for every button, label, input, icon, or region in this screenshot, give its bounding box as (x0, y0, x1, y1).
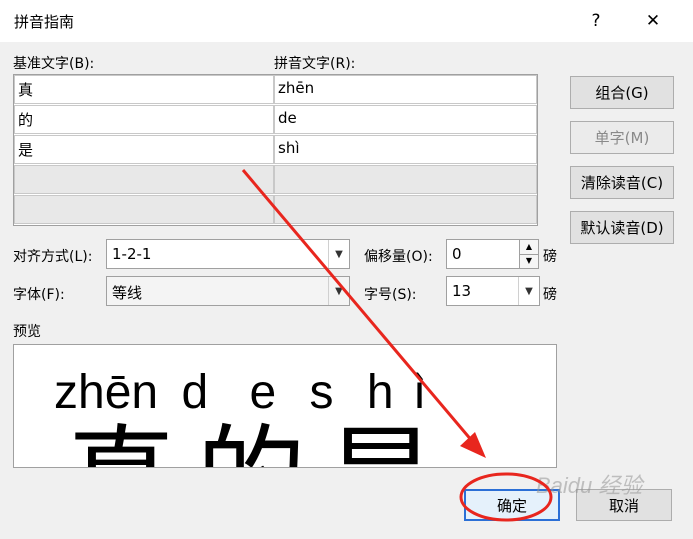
annotation-circle (459, 472, 553, 522)
annotation-arrow-line (241, 169, 480, 449)
annotation-overlay (241, 169, 553, 522)
annotation-arrowhead (460, 432, 486, 458)
